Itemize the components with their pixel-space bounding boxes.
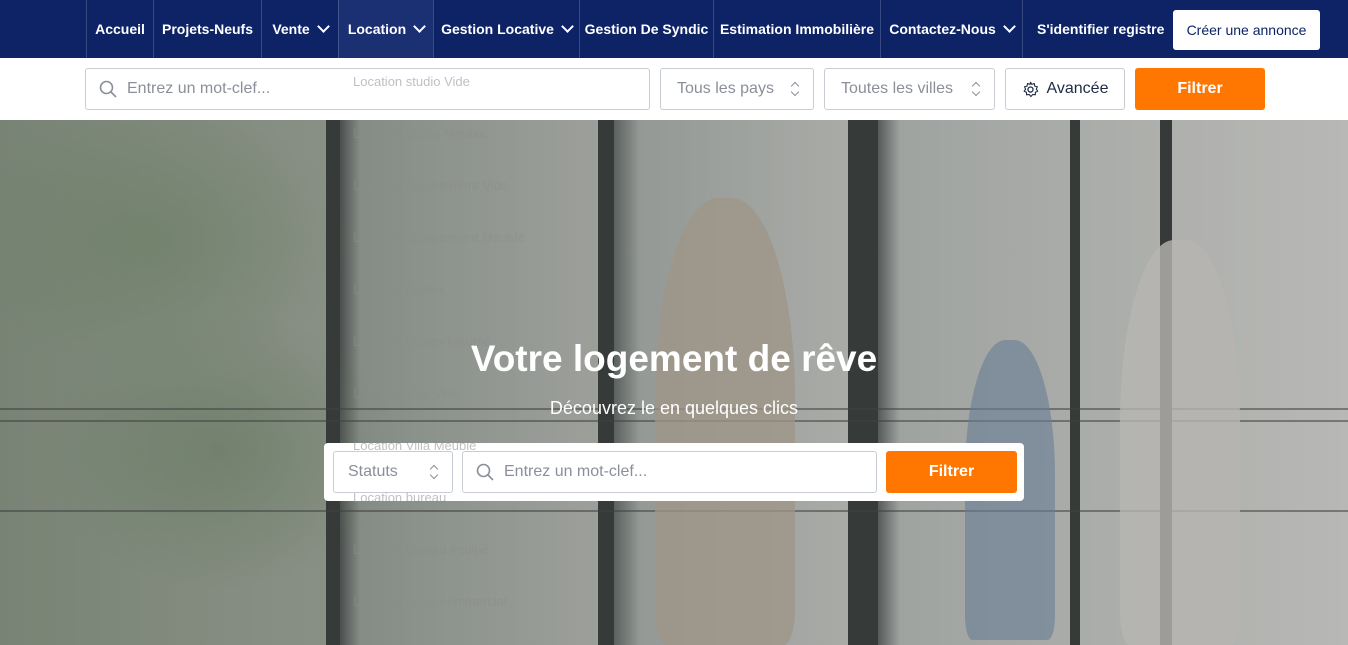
hero-keyword-placeholder: Entrez un mot-clef... [504,463,648,480]
nav-item-vente[interactable]: Vente [261,0,338,58]
city-select-value: Toutes les villes [841,80,954,97]
select-arrows-icon [791,82,799,96]
keyword-placeholder: Entrez un mot-clef... [127,80,271,97]
nav-item-estimation-immobiliere[interactable]: Estimation Immobilière [713,0,880,58]
menu-item-location-villa-vide[interactable]: Location Villa Vide [353,386,460,401]
top-navigation: Accueil Projets-Neufs Vente Location Ges… [0,0,1348,58]
advanced-label: Avancée [1046,80,1109,97]
chevron-down-icon [561,20,574,33]
search-icon [476,463,494,481]
create-listing-button[interactable]: Créer une annonce [1173,10,1320,50]
hero-title: Votre logement de rêve [470,338,878,379]
menu-item-location-duplex[interactable]: Location duplex [353,282,444,297]
nav-item-location[interactable]: Location [338,0,433,58]
nav-item-projets-neufs[interactable]: Projets-Neufs [153,0,261,58]
country-select[interactable]: Tous les pays [660,68,814,110]
country-select-value: Tous les pays [677,80,774,97]
menu-item-location-local-commercial[interactable]: Location Local commercial [353,594,507,609]
register-link[interactable]: registre [1113,0,1164,58]
nav-item-gestion-locative[interactable]: Gestion Locative [433,0,579,58]
menu-item-location-studio-vide[interactable]: Location studio Vide [353,74,470,89]
filter-button[interactable]: Filtrer [1135,68,1265,110]
nav-item-label: Gestion Locative [441,21,554,37]
status-select-value: Statuts [348,463,398,480]
nav-item-gestion-de-syndic[interactable]: Gestion De Syndic [579,0,713,58]
hero-subtitle: Découvrez le en quelques clics [549,398,799,418]
menu-item-location-studio-meuble[interactable]: Location studio Meublé [353,126,487,141]
search-bar: Entrez un mot-clef... Tous les pays Tout… [0,58,1348,120]
status-select[interactable]: Statuts [333,451,453,493]
nav-item-label: Accueil [95,21,145,37]
select-arrows-icon [430,465,438,479]
city-select[interactable]: Toutes les villes [824,68,995,110]
select-arrows-icon [972,82,980,96]
menu-item-location-villa-meuble[interactable]: Location Villa Meublé [353,438,476,453]
nav-divider [1022,0,1023,58]
nav-item-label: Location [347,21,407,37]
search-icon [99,80,117,98]
hero-keyword-input[interactable]: Entrez un mot-clef... [462,451,877,493]
gear-icon [1023,81,1038,97]
chevron-down-icon [1002,20,1016,33]
nav-item-label: Gestion De Syndic [584,21,709,37]
nav-item-contactez-nous[interactable]: Contactez-Nous [880,0,1022,58]
menu-item-location-bureau[interactable]: Location bureau [353,490,446,505]
nav-item-label: Contactez-Nous [889,21,996,37]
chevron-down-icon [316,20,330,33]
menu-item-location-appartement-vide[interactable]: Location appartement Vide [353,178,508,193]
nav-item-label: Estimation Immobilière [719,21,875,37]
hero-banner: Votre logement de rêve Découvrez le en q… [0,120,1348,645]
menu-item-location-duplex-meuble[interactable]: Location duplex Meublé [353,334,490,349]
menu-item-location-appartement-meuble[interactable]: Location appartement Meublé [353,230,525,245]
advanced-search-button[interactable]: Avancée [1005,68,1125,110]
hero-filter-button[interactable]: Filtrer [886,451,1017,493]
nav-item-label: Projets-Neufs [161,21,254,37]
chevron-down-icon [413,20,427,33]
login-link[interactable]: S'identifier [1037,0,1109,58]
nav-item-accueil[interactable]: Accueil [86,0,153,58]
nav-item-label: Vente [272,21,310,37]
menu-item-location-bureau-equipe[interactable]: Location bureau équipé [353,542,489,557]
